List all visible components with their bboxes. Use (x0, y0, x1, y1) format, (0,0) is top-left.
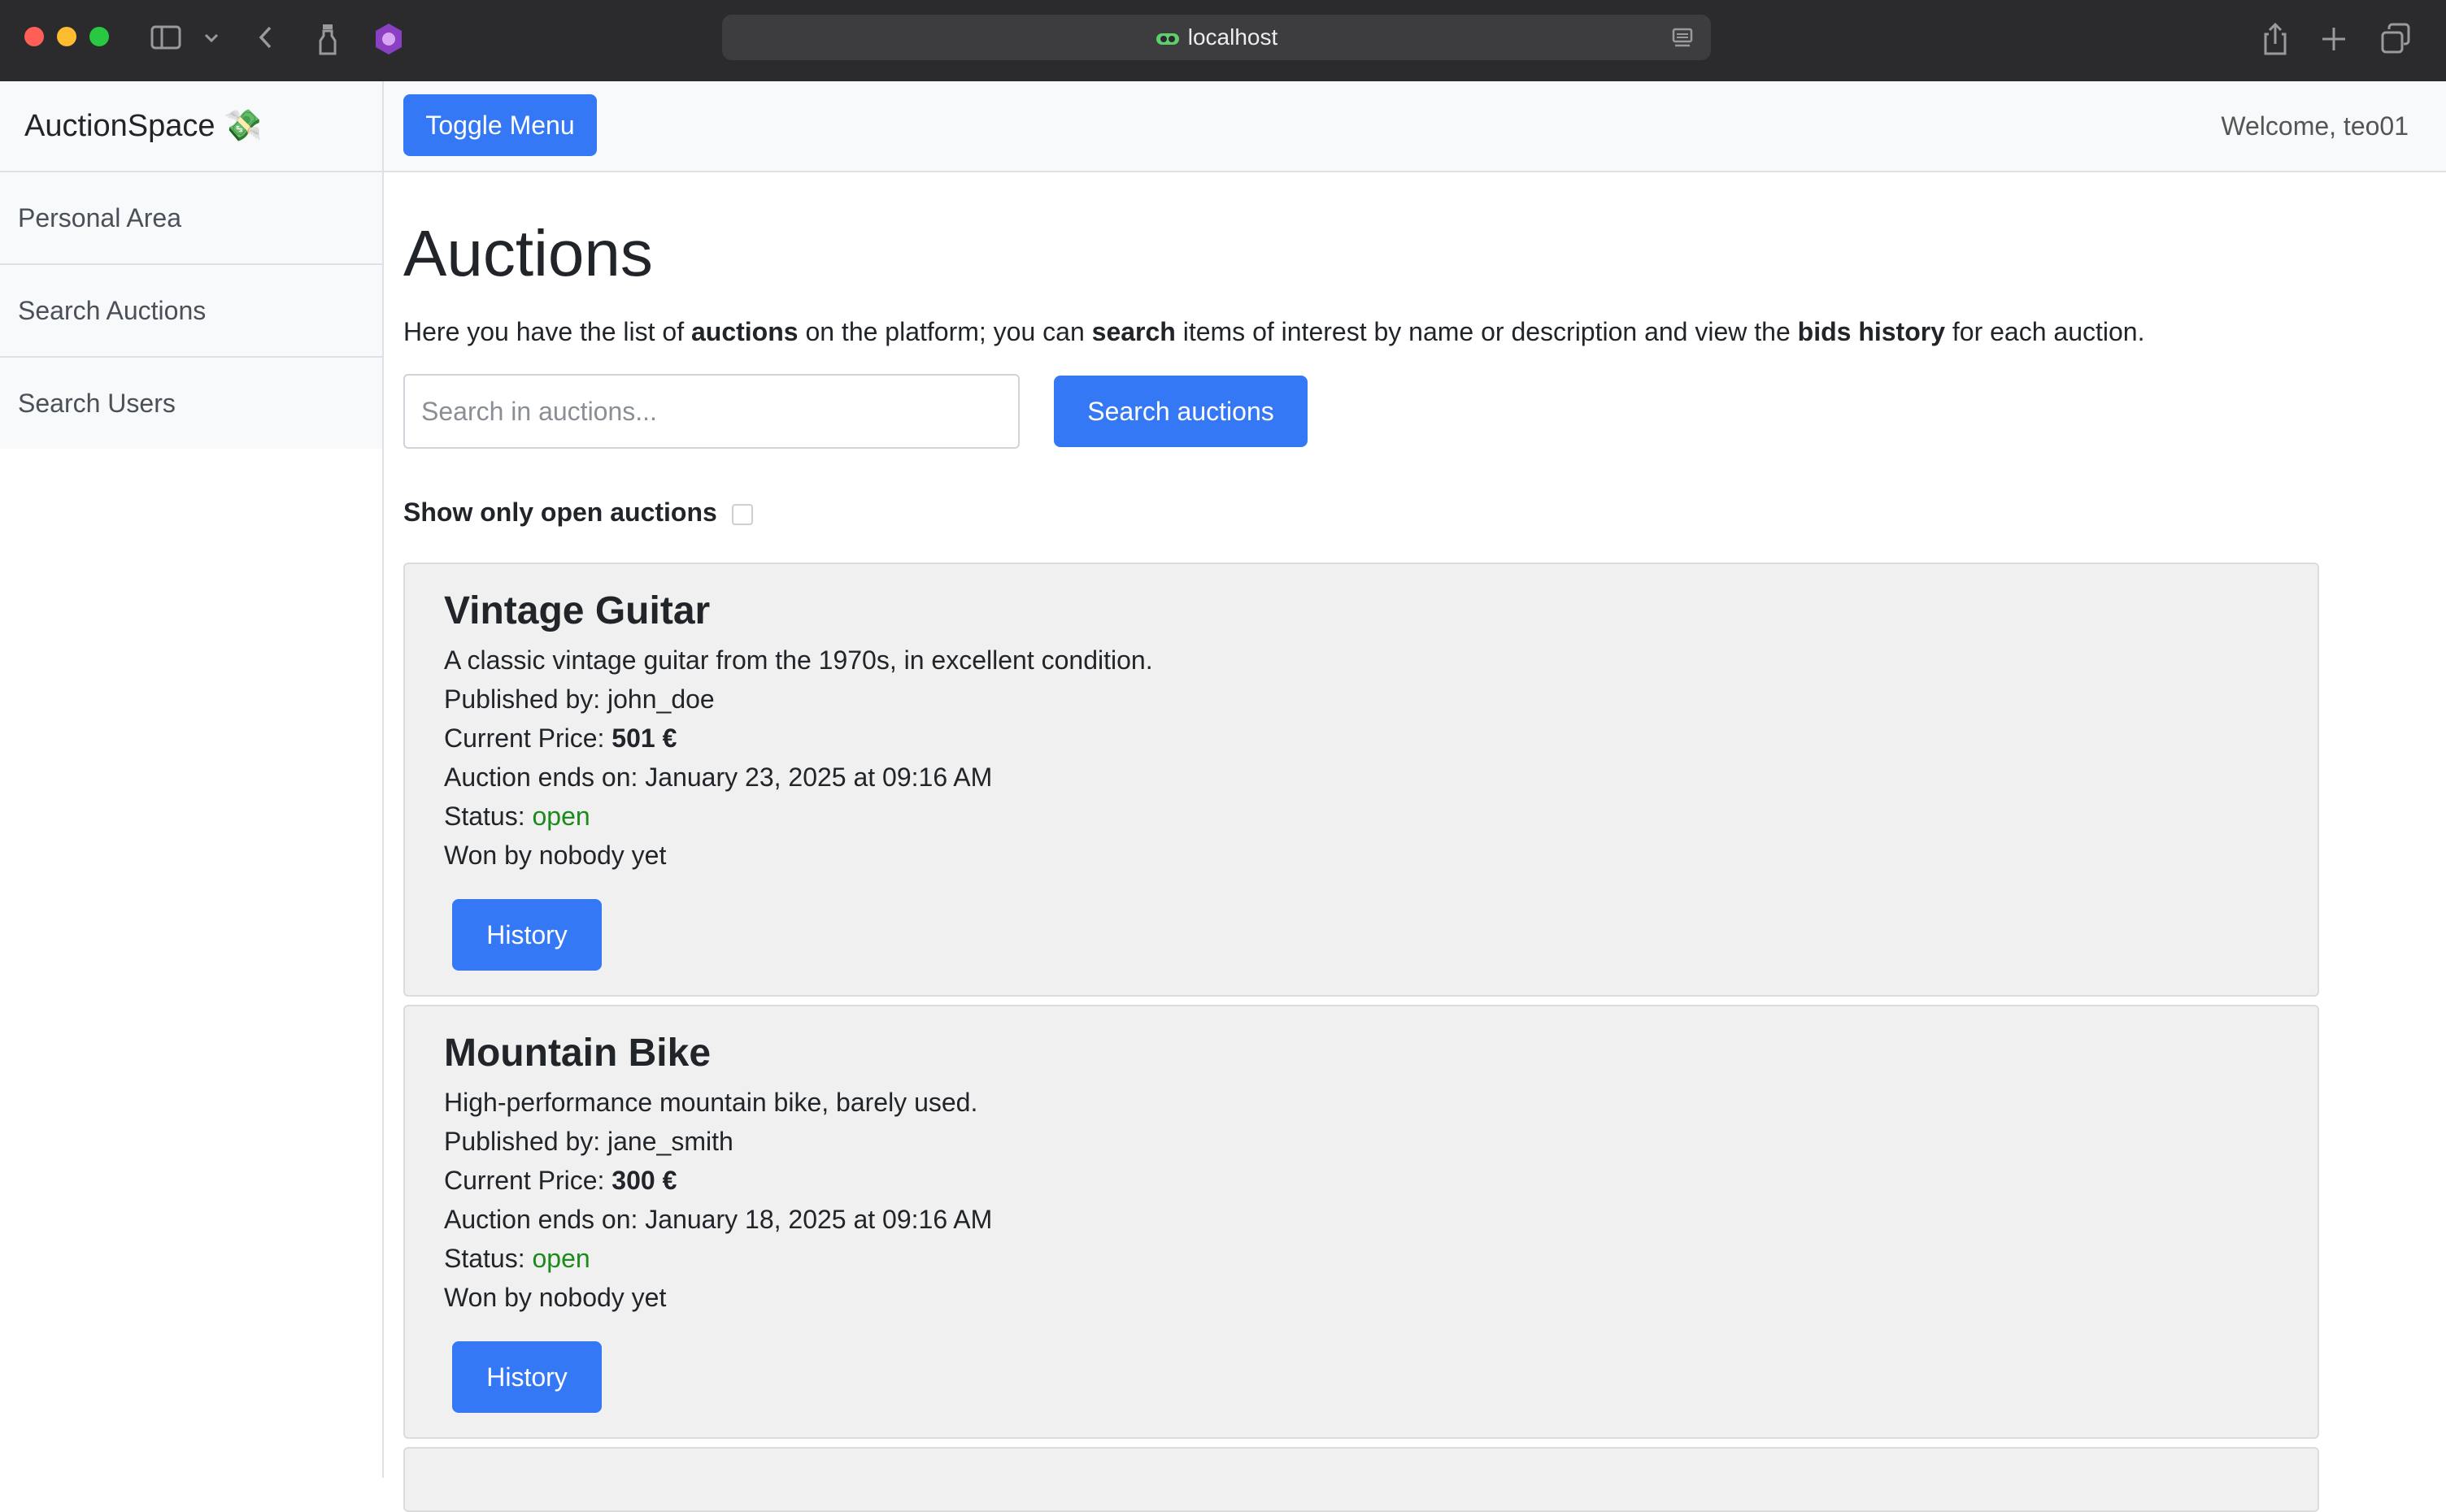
top-navbar: Toggle Menu Welcome, teo01 (384, 81, 2446, 172)
sidebar-icon[interactable] (150, 21, 182, 54)
intro-part: items of interest by name or description… (1175, 317, 1798, 346)
open-filter-label: Show only open auctions (403, 497, 717, 527)
price-value: 501 € (612, 723, 677, 753)
toggle-menu-button[interactable]: Toggle Menu (403, 94, 597, 156)
page-title: Auctions (403, 217, 653, 289)
browser-toolbar: localhost (0, 0, 2446, 81)
chevron-down-icon[interactable] (202, 21, 221, 54)
end-date-label: Auction ends on: (444, 763, 646, 792)
auction-end-date: Auction ends on: January 18, 2025 at 09:… (444, 1200, 992, 1239)
intro-bold: bids history (1797, 317, 1945, 346)
publisher-name: jane_smith (607, 1127, 733, 1156)
status-value: open (532, 1244, 590, 1273)
lock-icon (1156, 33, 1179, 45)
open-filter: Show only open auctions (403, 494, 2339, 530)
auction-status: Status: open (444, 797, 1153, 836)
auction-publisher: Published by: john_doe (444, 680, 1153, 719)
status-value: open (532, 802, 590, 831)
zoom-window-button[interactable] (89, 27, 109, 46)
end-date-value: January 18, 2025 at 09:16 AM (645, 1205, 993, 1234)
brand-name: AuctionSpace (24, 109, 215, 143)
brand[interactable]: AuctionSpace 💸 (0, 81, 382, 172)
new-tab-icon[interactable] (2319, 21, 2348, 57)
welcome-text: Welcome, teo01 (2221, 111, 2409, 141)
auction-price: Current Price: 300 € (444, 1161, 992, 1200)
status-label: Status: (444, 802, 533, 831)
history-button[interactable]: History (452, 899, 602, 971)
auction-card: Mountain Bike High-performance mountain … (403, 1005, 2319, 1439)
intro-bold: search (1091, 317, 1176, 346)
privacy-icon[interactable] (371, 21, 407, 57)
sidebar: AuctionSpace 💸 Personal Area Search Auct… (0, 81, 384, 1478)
price-value: 300 € (612, 1166, 677, 1195)
extension-icon[interactable] (316, 21, 343, 57)
publisher-label: Published by: (444, 1127, 608, 1156)
intro-bold: auctions (690, 317, 799, 346)
auction-card (403, 1447, 2319, 1512)
close-window-button[interactable] (24, 27, 44, 46)
sidebar-item-search-auctions[interactable]: Search Auctions (0, 265, 382, 358)
auction-title: Vintage Guitar (444, 589, 711, 632)
intro-part: for each auction. (1945, 317, 2145, 346)
auction-description: A classic vintage guitar from the 1970s,… (444, 645, 1153, 675)
auction-title: Mountain Bike (444, 1032, 712, 1075)
auction-end-date: Auction ends on: January 23, 2025 at 09:… (444, 758, 1153, 797)
main-content: Auctions Here you have the list of aucti… (403, 172, 2339, 1512)
url-text: localhost (1187, 24, 1278, 50)
search-input[interactable] (403, 374, 1020, 449)
back-icon[interactable] (254, 21, 278, 54)
price-label: Current Price: (444, 1166, 612, 1195)
auction-description: High-performance mountain bike, barely u… (444, 1088, 978, 1117)
reader-icon[interactable] (1670, 26, 1695, 50)
address-bar[interactable]: localhost (722, 15, 1711, 60)
intro-part: on the platform; you can (798, 317, 1092, 346)
sidebar-nav: Personal Area Search Auctions Search Use… (0, 172, 382, 449)
publisher-name: john_doe (607, 684, 715, 714)
minimize-window-button[interactable] (57, 27, 76, 46)
auction-winner: Won by nobody yet (444, 1283, 667, 1312)
auction-card: Vintage Guitar A classic vintage guitar … (403, 563, 2319, 997)
price-label: Current Price: (444, 723, 612, 753)
auction-price: Current Price: 501 € (444, 719, 1153, 758)
money-icon: 💸 (224, 109, 263, 143)
status-label: Status: (444, 1244, 533, 1273)
sidebar-item-search-users[interactable]: Search Users (0, 358, 382, 449)
open-filter-checkbox[interactable] (731, 503, 753, 525)
intro-text: Here you have the list of auctions on th… (403, 314, 2339, 350)
search-auctions-button[interactable]: Search auctions (1054, 376, 1308, 447)
auction-status: Status: open (444, 1239, 992, 1278)
end-date-value: January 23, 2025 at 09:16 AM (645, 763, 993, 792)
auction-winner: Won by nobody yet (444, 841, 667, 870)
end-date-label: Auction ends on: (444, 1205, 646, 1234)
auction-publisher: Published by: jane_smith (444, 1122, 992, 1161)
share-icon[interactable] (2261, 21, 2290, 57)
sidebar-item-personal-area[interactable]: Personal Area (0, 172, 382, 265)
search-row: Search auctions (403, 374, 2339, 452)
publisher-label: Published by: (444, 684, 608, 714)
intro-part: Here you have the list of (403, 317, 691, 346)
tabs-overview-icon[interactable] (2379, 21, 2412, 57)
history-button[interactable]: History (452, 1341, 602, 1413)
